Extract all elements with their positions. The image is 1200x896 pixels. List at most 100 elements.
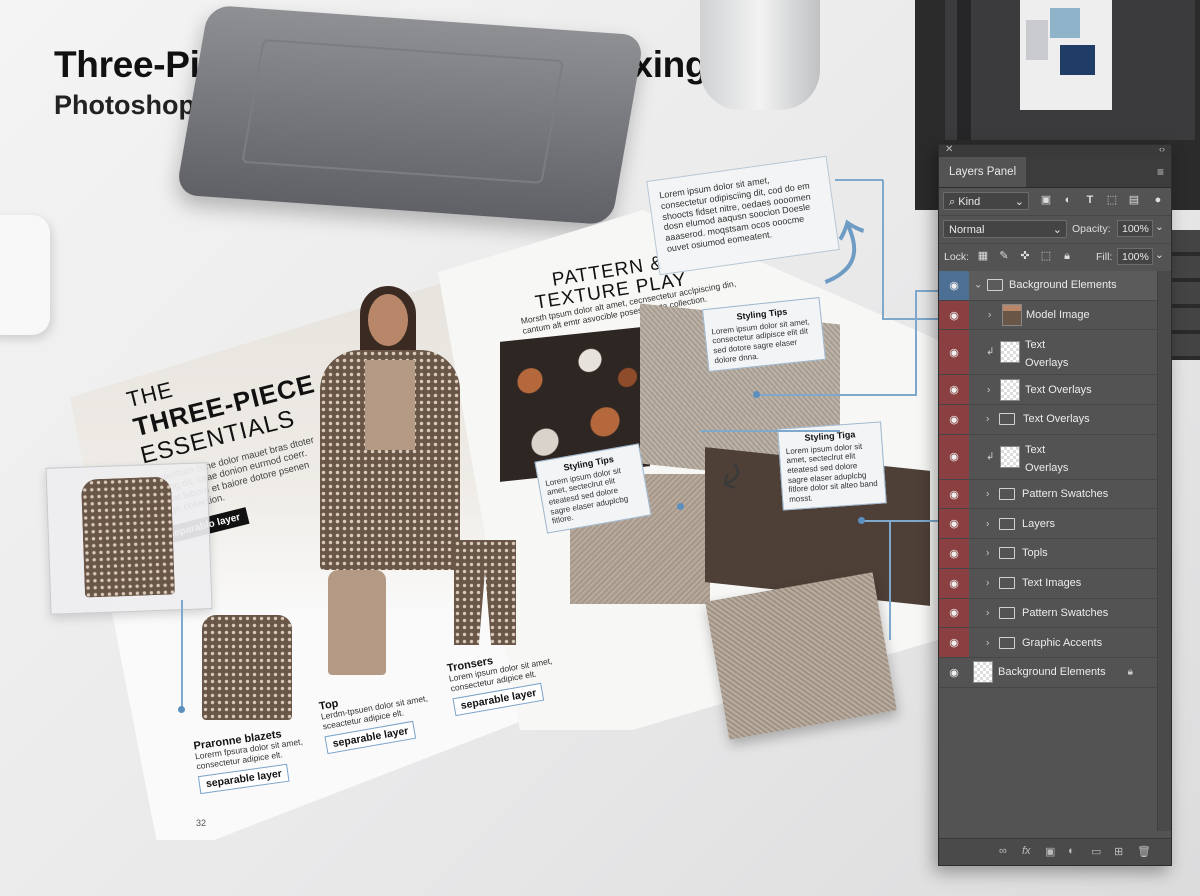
opacity-field[interactable]: 100% xyxy=(1117,220,1153,237)
layer-row[interactable]: ◉ › Model Image xyxy=(939,300,1157,331)
styling-tips-callout[interactable]: Styling Tips Lorem ipsum dolor sit amet,… xyxy=(702,297,826,373)
lock-pixels-icon[interactable]: ✎ xyxy=(997,249,1011,263)
chevron-down-icon[interactable]: ⌄ xyxy=(1155,221,1164,233)
layer-row[interactable]: ◉ ↲ Text Overlays xyxy=(939,330,1157,376)
link-icon: ↲ xyxy=(986,346,995,358)
connector-dot xyxy=(858,517,865,524)
kind-filter-value: Kind xyxy=(958,196,981,208)
chevron-right-icon[interactable]: › xyxy=(986,578,989,589)
shape-filter-icon[interactable]: ⬚ xyxy=(1105,193,1119,207)
layer-thumbnail xyxy=(1000,445,1020,468)
eye-icon[interactable]: ◉ xyxy=(939,330,969,375)
product-top[interactable]: Top Lerdm-tpsuen dolor sit amet, sceacte… xyxy=(318,570,432,754)
layer-row[interactable]: ◉ › Topls xyxy=(939,539,1157,569)
connector-line xyxy=(882,318,944,320)
new-layer-icon[interactable]: ⊞ xyxy=(1114,845,1123,858)
adjustment-filter-icon[interactable]: ◐ xyxy=(1061,193,1075,207)
phone xyxy=(0,215,50,335)
layer-row[interactable]: ◉ ↲ Text Overlays xyxy=(939,434,1157,480)
product-blazer[interactable]: Praronne blazets Lorerm fpsura dolor sit… xyxy=(193,615,316,794)
chevron-down-icon[interactable]: ⌄ xyxy=(1155,249,1164,261)
model-camisole xyxy=(365,360,415,450)
fabric-swatch[interactable] xyxy=(705,572,897,740)
layer-name: Layers xyxy=(1022,517,1056,530)
connector-line xyxy=(882,180,884,320)
mask-icon[interactable]: ▣ xyxy=(1045,845,1055,858)
folder-icon xyxy=(999,517,1015,530)
connector-dot xyxy=(178,706,185,713)
tab-layers[interactable]: Layers Panel xyxy=(939,157,1027,187)
folder-icon xyxy=(999,488,1015,501)
eye-icon[interactable]: ◉ xyxy=(939,375,969,405)
image-filter-icon[interactable]: ▣ xyxy=(1039,193,1053,207)
folder-icon xyxy=(999,606,1015,619)
lock-artboard-icon[interactable]: ⬚ xyxy=(1039,249,1053,263)
jacket-callout-card[interactable] xyxy=(45,462,213,615)
chevron-right-icon[interactable]: › xyxy=(988,310,991,321)
connector-dot xyxy=(677,503,684,510)
eye-icon[interactable]: ◉ xyxy=(939,405,969,434)
layers-panel[interactable]: ✕ ‹› Layers Panel ≡ ⌕ Kind ⌄ ▣ ◐ T ⬚ ▤ ●… xyxy=(938,144,1172,866)
eye-icon[interactable]: ◉ xyxy=(939,271,969,300)
layer-row[interactable]: ◉ › Text Overlays xyxy=(939,405,1157,435)
chevron-right-icon[interactable]: › xyxy=(986,518,989,529)
adjustment-layer-icon[interactable]: ◐ xyxy=(1068,845,1075,857)
chevron-down-icon[interactable]: ⌄ xyxy=(974,280,982,291)
filter-row: ⌕ Kind ⌄ ▣ ◐ T ⬚ ▤ ● xyxy=(939,188,1171,216)
styling-tips-callout[interactable]: Styling Tiga Lorem ipsum dolor sit amet,… xyxy=(777,421,887,511)
new-group-icon[interactable]: ▭ xyxy=(1091,845,1101,858)
link-icon: ↲ xyxy=(986,451,995,463)
chevron-right-icon[interactable]: › xyxy=(986,548,989,559)
kind-filter-select[interactable]: ⌕ Kind ⌄ xyxy=(943,192,1029,210)
chevron-right-icon[interactable]: › xyxy=(986,607,989,618)
chevron-right-icon[interactable]: › xyxy=(987,384,990,395)
lock-all-icon[interactable]: 🔒︎ xyxy=(1060,249,1074,263)
layer-row[interactable]: ◉ › Graphic Accents xyxy=(939,628,1157,658)
keyboard xyxy=(1170,230,1200,360)
eye-icon[interactable]: ◉ xyxy=(939,568,969,598)
callout-text: Lorem ipsum dolor sit amet, secteclrut e… xyxy=(785,441,879,504)
type-filter-icon[interactable]: T xyxy=(1083,193,1097,207)
eye-icon[interactable]: ◉ xyxy=(939,539,969,568)
eye-icon[interactable]: ◉ xyxy=(939,434,969,479)
layer-row[interactable]: ◉ ⌄ Background Elements xyxy=(939,271,1157,301)
top-image xyxy=(328,570,386,675)
chevron-right-icon[interactable]: › xyxy=(986,489,989,500)
chevron-down-icon: ⌄ xyxy=(1014,196,1024,208)
filter-toggle-icon[interactable]: ● xyxy=(1151,193,1165,207)
eye-icon[interactable]: ◉ xyxy=(939,658,969,687)
layer-row[interactable]: ◉ › Layers xyxy=(939,509,1157,540)
layer-row[interactable]: ◉ › Text Overlays xyxy=(939,375,1157,406)
lock-position-icon[interactable]: ✜ xyxy=(1018,249,1032,263)
curved-arrow-icon: ⤴ xyxy=(804,211,882,293)
smart-object-filter-icon[interactable]: ▤ xyxy=(1127,193,1141,207)
layer-row[interactable]: ◉ › Text Images xyxy=(939,568,1157,599)
folder-icon xyxy=(999,636,1015,649)
fx-icon[interactable]: fx xyxy=(1022,845,1031,857)
blend-row: Normal ⌄ Opacity: 100% ⌄ xyxy=(939,216,1171,244)
search-icon: ⌕ xyxy=(949,196,956,208)
layer-name: Background Elements xyxy=(1009,279,1117,292)
eye-icon[interactable]: ◉ xyxy=(939,300,969,330)
layer-row[interactable]: ◉ › Pattern Swatches xyxy=(939,598,1157,629)
layer-row[interactable]: ◉ Background Elements 🔒︎ xyxy=(939,658,1157,688)
blend-mode-select[interactable]: Normal ⌄ xyxy=(943,220,1067,238)
page-number: 32 xyxy=(196,818,207,828)
folder-icon xyxy=(999,547,1015,560)
eye-icon[interactable]: ◉ xyxy=(939,628,969,657)
chevron-right-icon[interactable]: › xyxy=(986,414,989,425)
trash-icon[interactable]: 🗑︎ xyxy=(1137,845,1151,858)
eye-icon[interactable]: ◉ xyxy=(939,509,969,539)
chevron-right-icon[interactable]: › xyxy=(986,637,989,648)
eye-icon[interactable]: ◉ xyxy=(939,598,969,628)
fill-field[interactable]: 100% xyxy=(1117,248,1153,265)
lock-transparent-icon[interactable]: ▦ xyxy=(976,249,990,263)
panel-menu-icon[interactable]: ≡ xyxy=(1157,165,1164,179)
drawing-tablet xyxy=(175,4,645,226)
scrollbar[interactable] xyxy=(1157,271,1171,831)
close-icon[interactable]: ✕ xyxy=(945,144,953,155)
link-layers-icon[interactable]: ∞ xyxy=(999,845,1007,857)
eye-icon[interactable]: ◉ xyxy=(939,479,969,509)
collapse-icon[interactable]: ‹› xyxy=(1159,144,1165,154)
layer-row[interactable]: ◉ › Pattern Swatches xyxy=(939,479,1157,510)
